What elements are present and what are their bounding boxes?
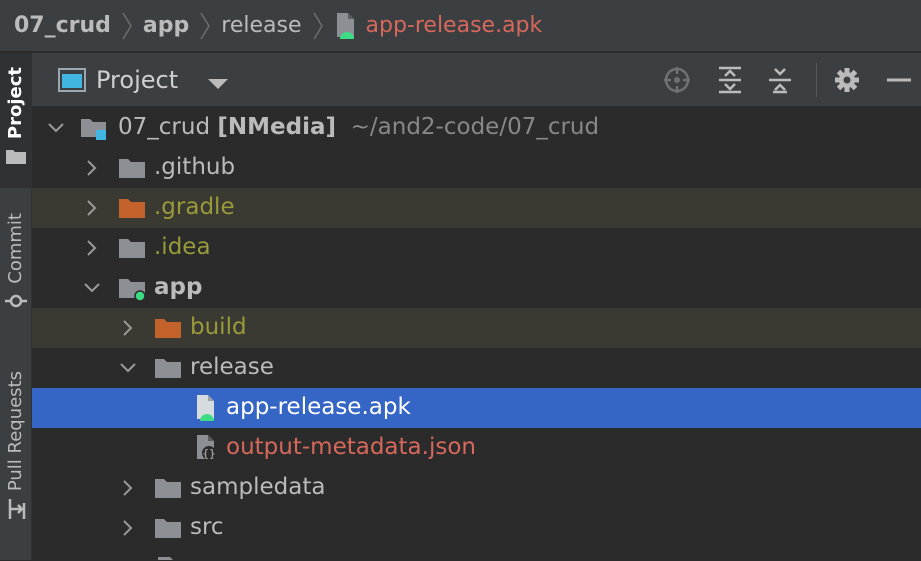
tree-row-src[interactable]: src (32, 508, 921, 548)
chevron-down-icon[interactable] (207, 75, 229, 94)
android-module-icon (118, 276, 146, 302)
tree-label: .idea (154, 234, 211, 260)
project-tab-label: Project (5, 67, 26, 140)
tree-label: sampledata (190, 474, 326, 500)
locate-crosshair-icon[interactable] (662, 65, 692, 95)
tree-row-sampledata[interactable]: sampledata (32, 468, 921, 508)
folder-icon (118, 156, 145, 180)
tree-label: .gradle (154, 194, 235, 220)
minimize-icon[interactable] (884, 65, 914, 95)
tree-row-apk[interactable]: app-release.apk (32, 388, 921, 428)
collapse-all-icon[interactable] (765, 65, 795, 95)
json-file-icon: {} (194, 434, 220, 460)
folder-icon (154, 476, 181, 500)
chevron-down-icon[interactable] (46, 118, 66, 138)
expand-all-icon[interactable] (715, 65, 745, 95)
chevron-right-icon[interactable] (118, 478, 138, 498)
pull-requests-tab-label: Pull Requests (5, 371, 26, 492)
root-module: [NMedia] (217, 114, 336, 140)
project-toolwindow-header: Project (32, 53, 921, 107)
tree-label: release (190, 354, 274, 380)
tree-row-metadata[interactable]: {} output-metadata.json (32, 428, 921, 468)
tree-row-idea[interactable]: .idea (32, 228, 921, 268)
commit-tool-tab[interactable]: Commit (0, 213, 31, 383)
excluded-folder-icon (154, 316, 181, 340)
tree-row-partial[interactable] (32, 548, 921, 560)
excluded-folder-icon (118, 196, 145, 220)
project-window-icon (58, 68, 86, 96)
breadcrumb-project[interactable]: 07_crud (14, 13, 111, 38)
apk-file-icon (334, 11, 358, 41)
root-path: ~/and2-code/07_crud (350, 114, 600, 140)
apk-file-icon (194, 394, 220, 421)
toolbar-divider (816, 63, 817, 97)
chevron-right-icon (199, 11, 211, 41)
project-tree: 07_crud [NMedia] ~/and2-code/07_crud .gi… (32, 108, 921, 560)
folder-icon (154, 356, 181, 380)
commit-tab-label: Commit (5, 213, 26, 284)
tree-row-github[interactable]: .github (32, 148, 921, 188)
project-view-title[interactable]: Project (96, 66, 178, 94)
folder-icon (154, 516, 181, 540)
project-tool-tab[interactable]: Project (0, 53, 31, 188)
chevron-down-icon[interactable] (82, 278, 102, 298)
left-tool-strip: Project Commit Pull Requests (0, 53, 32, 560)
tree-label: output-metadata.json (226, 434, 476, 460)
breadcrumb-module[interactable]: app (143, 13, 189, 38)
tree-label: build (190, 314, 247, 340)
breadcrumb-folder[interactable]: release (221, 13, 301, 38)
svg-text:{}: {} (202, 447, 215, 460)
gear-icon[interactable] (832, 65, 862, 95)
tree-row-app[interactable]: app (32, 268, 921, 308)
tree-row-root[interactable]: 07_crud [NMedia] ~/and2-code/07_crud (32, 108, 921, 148)
tree-row-gradle[interactable]: .gradle (32, 188, 921, 228)
module-folder-icon (80, 116, 106, 140)
tree-label: src (190, 514, 224, 540)
chevron-right-icon[interactable] (82, 238, 102, 258)
chevron-right-icon[interactable] (82, 158, 102, 178)
tree-label: app (154, 274, 203, 300)
chevron-down-icon[interactable] (118, 358, 138, 378)
chevron-right-icon[interactable] (118, 318, 138, 338)
chevron-right-icon (121, 11, 133, 41)
tree-label: app-release.apk (226, 394, 411, 420)
navigation-breadcrumb: 07_crud app release app-release.apk (0, 0, 921, 52)
tree-row-release[interactable]: release (32, 348, 921, 388)
tree-row-build[interactable]: build (32, 308, 921, 348)
pull-requests-tool-tab[interactable]: Pull Requests (0, 371, 31, 561)
folder-icon (118, 236, 145, 260)
file-icon (154, 556, 180, 560)
commit-icon (4, 290, 27, 316)
pull-request-icon (5, 497, 27, 525)
folder-icon (5, 147, 27, 169)
breadcrumb-file[interactable]: app-release.apk (366, 13, 543, 38)
chevron-right-icon[interactable] (82, 198, 102, 218)
tree-label: .github (154, 154, 236, 180)
chevron-right-icon[interactable] (118, 518, 138, 538)
root-name: 07_crud (118, 114, 211, 140)
chevron-right-icon (312, 11, 324, 41)
tree-label: 07_crud [NMedia] ~/and2-code/07_crud (118, 114, 599, 140)
